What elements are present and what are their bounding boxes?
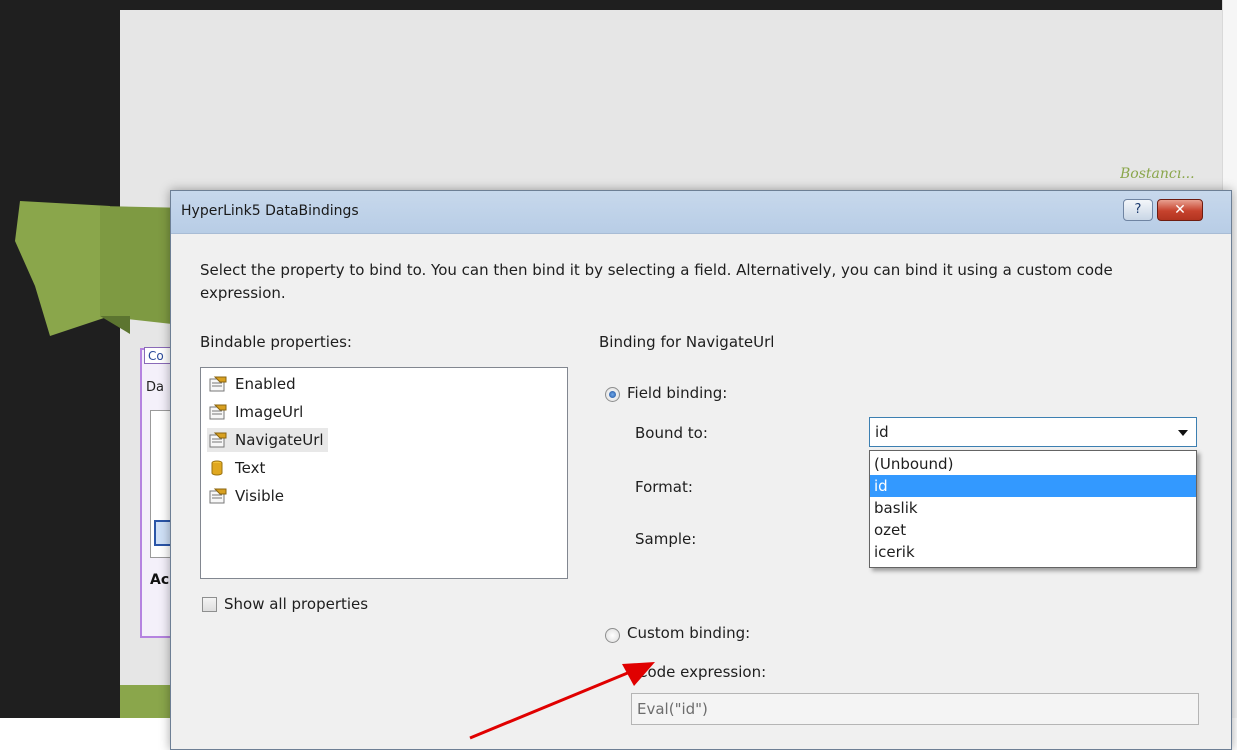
property-item-enabled[interactable]: Enabled: [207, 372, 300, 396]
help-button[interactable]: ?: [1123, 199, 1153, 221]
property-label: NavigateUrl: [235, 431, 324, 449]
bound-to-dropdown-list[interactable]: (Unbound) id baslik ozet icerik: [869, 450, 1197, 568]
property-icon: [209, 376, 227, 392]
property-label: ImageUrl: [235, 403, 304, 421]
site-tagline: Bostancı...: [1120, 166, 1195, 182]
property-item-text[interactable]: Text: [207, 456, 269, 480]
property-icon: [209, 404, 227, 420]
designer-control-footer: Ac: [150, 572, 170, 588]
property-icon: [209, 488, 227, 504]
show-all-properties-label: Show all properties: [224, 595, 369, 613]
property-label: Enabled: [235, 375, 296, 393]
checkbox-box[interactable]: [202, 597, 217, 612]
chevron-down-icon[interactable]: [1178, 430, 1188, 436]
close-icon: ✕: [1174, 202, 1186, 218]
database-field-icon: [211, 460, 223, 476]
bound-to-label: Bound to:: [635, 424, 708, 442]
property-icon: [209, 432, 227, 448]
property-label: Text: [235, 459, 266, 477]
help-icon: ?: [1134, 202, 1142, 217]
custom-binding-label: Custom binding:: [627, 624, 751, 642]
property-item-visible[interactable]: Visible: [207, 484, 288, 508]
bound-to-value: id: [875, 423, 889, 441]
dialog-title: HyperLink5 DataBindings: [181, 203, 359, 219]
databindings-dialog: HyperLink5 DataBindings ? ✕ Select the p…: [170, 190, 1232, 750]
bindable-properties-label: Bindable properties:: [200, 333, 352, 351]
bindable-properties-list[interactable]: Enabled ImageUrl NavigateUrl Text Visibl…: [200, 367, 568, 579]
code-expression-input[interactable]: Eval("id"): [631, 693, 1199, 725]
instruction-text: Select the property to bind to. You can …: [200, 261, 1113, 302]
dropdown-option-baslik[interactable]: baslik: [870, 497, 1196, 519]
custom-binding-radio[interactable]: [605, 628, 620, 643]
dropdown-option-unbound[interactable]: (Unbound): [870, 453, 1196, 475]
dialog-titlebar[interactable]: HyperLink5 DataBindings ? ✕: [171, 191, 1231, 234]
dropdown-option-icerik[interactable]: icerik: [870, 541, 1196, 563]
field-binding-label: Field binding:: [627, 384, 728, 402]
green-ribbon-banner: [15, 201, 190, 336]
bound-to-select[interactable]: id: [869, 417, 1197, 447]
close-button[interactable]: ✕: [1157, 199, 1203, 221]
property-item-imageurl[interactable]: ImageUrl: [207, 400, 307, 424]
designer-control-row: Da: [146, 380, 164, 395]
sample-label: Sample:: [635, 530, 697, 548]
format-label: Format:: [635, 478, 693, 496]
property-label: Visible: [235, 487, 284, 505]
property-item-navigateurl[interactable]: NavigateUrl: [207, 428, 328, 452]
dropdown-option-id[interactable]: id: [870, 475, 1196, 497]
annotation-arrow-icon: [469, 662, 655, 740]
binding-for-label: Binding for NavigateUrl: [599, 333, 775, 351]
field-binding-radio[interactable]: [605, 387, 620, 402]
dropdown-option-ozet[interactable]: ozet: [870, 519, 1196, 541]
